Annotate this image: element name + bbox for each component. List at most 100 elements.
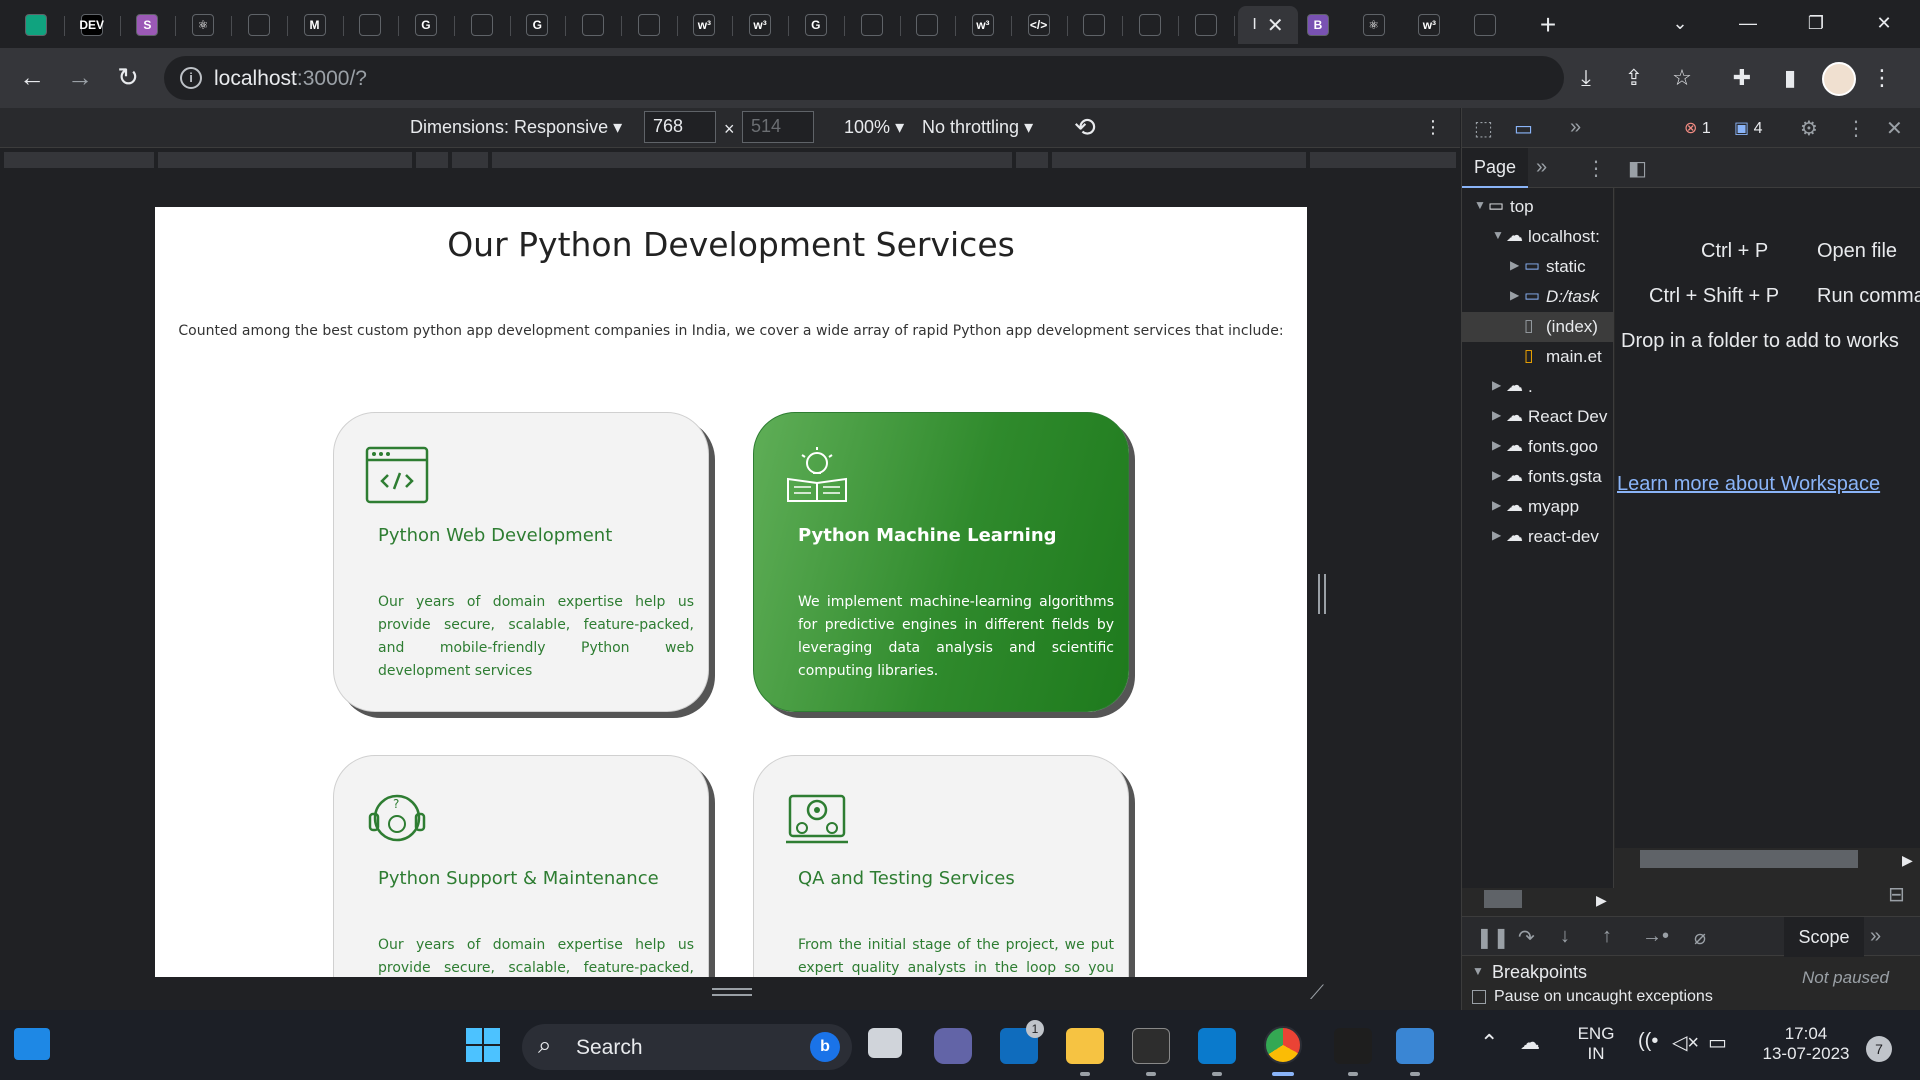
dimensions-select[interactable]: Dimensions: Responsive ▾ <box>410 117 622 138</box>
browser-tab[interactable]: w³ <box>682 6 726 44</box>
scroll-right-icon[interactable]: ▶ <box>1902 852 1913 869</box>
active-tab[interactable]: I ✕ <box>1238 6 1298 44</box>
throttling-select[interactable]: No throttling ▾ <box>922 117 1033 138</box>
browser-tab[interactable] <box>348 6 392 44</box>
chrome-menu-icon[interactable]: ⋮ <box>1866 62 1898 94</box>
browser-tab[interactable]: S <box>125 6 169 44</box>
url-text[interactable]: localhost:3000/? <box>214 67 367 91</box>
side-panel-icon[interactable]: ▮ <box>1774 62 1806 94</box>
tree-item[interactable]: ▶ ▭ static <box>1462 252 1613 282</box>
deactivate-breakpoints-icon[interactable]: ⌀ <box>1694 925 1706 950</box>
message-count-badge[interactable]: ▣ 4 <box>1734 118 1762 138</box>
browser-tab[interactable] <box>1463 6 1507 44</box>
viewport-resize-corner-icon[interactable]: ⟋ <box>1310 982 1324 1005</box>
tree-item[interactable]: ▶ ☁ fonts.gsta <box>1462 462 1613 492</box>
widgets-icon[interactable] <box>14 1028 50 1060</box>
onedrive-cloud-icon[interactable]: ☁ <box>1520 1030 1540 1055</box>
media-query-segment[interactable] <box>416 152 448 168</box>
browser-tab[interactable]: w³ <box>961 6 1005 44</box>
browser-tab[interactable]: w³ <box>738 6 782 44</box>
media-query-bar[interactable] <box>0 148 1460 172</box>
expanded-arrow-icon[interactable]: ▼ <box>1492 228 1504 242</box>
show-hidden-icons-chevron[interactable]: ⌃ <box>1480 1030 1498 1056</box>
wifi-icon[interactable]: ((• <box>1638 1030 1658 1053</box>
browser-tab[interactable]: G <box>515 6 559 44</box>
collapsed-arrow-icon[interactable]: ▶ <box>1492 408 1501 422</box>
collapsed-arrow-icon[interactable]: ▶ <box>1492 378 1501 392</box>
workspace-scrollbar-thumb[interactable] <box>1640 850 1858 868</box>
browser-tab[interactable] <box>1128 6 1172 44</box>
tree-item[interactable]: ▯ (index) <box>1462 312 1613 342</box>
figma-icon[interactable] <box>1334 1028 1372 1064</box>
tree-item[interactable]: ▶ ☁ myapp <box>1462 492 1613 522</box>
forward-button[interactable]: → <box>64 62 96 94</box>
browser-tab[interactable]: DEV <box>70 6 114 44</box>
browser-tab[interactable]: ⚛ <box>181 6 225 44</box>
browser-tab[interactable]: B <box>1296 6 1340 44</box>
close-tab-icon[interactable]: ✕ <box>1267 13 1284 38</box>
media-query-segment[interactable] <box>4 152 154 168</box>
pause-icon[interactable]: ❚❚ <box>1476 925 1510 950</box>
teams-chat-icon[interactable] <box>934 1028 972 1064</box>
tree-item[interactable]: ▶ ☁ fonts.goo <box>1462 432 1613 462</box>
profile-avatar[interactable] <box>1822 62 1856 96</box>
language-indicator[interactable]: ENG IN <box>1572 1024 1620 1064</box>
clock[interactable]: 17:04 13-07-2023 <box>1756 1024 1856 1064</box>
bookmark-star-icon[interactable]: ☆ <box>1666 62 1698 94</box>
media-query-segment[interactable] <box>1052 152 1306 168</box>
volume-muted-icon[interactable]: ◁× <box>1672 1030 1699 1055</box>
media-query-segment[interactable] <box>492 152 1012 168</box>
file-explorer-icon[interactable] <box>1066 1028 1104 1064</box>
device-toolbar-more-icon[interactable]: ⋮ <box>1424 117 1442 138</box>
new-tab-button[interactable]: + <box>1532 10 1564 42</box>
collapsed-arrow-icon[interactable]: ▶ <box>1492 498 1501 512</box>
browser-tab[interactable]: w³ <box>1407 6 1451 44</box>
browser-tab[interactable] <box>627 6 671 44</box>
tree-item[interactable]: ▶ ☁. <box>1462 372 1613 402</box>
photos-icon[interactable] <box>1396 1028 1434 1064</box>
devtools-menu-icon[interactable]: ⋮ <box>1846 116 1866 141</box>
step-over-icon[interactable]: ↷ <box>1518 925 1535 950</box>
settings-gear-icon[interactable]: ⚙ <box>1800 116 1818 141</box>
device-toggle-icon[interactable]: ▭ <box>1514 116 1533 141</box>
tree-item[interactable]: ▶ ☁ react-dev <box>1462 522 1613 552</box>
tree-item[interactable]: ▶ ▭ D:/task <box>1462 282 1613 312</box>
checkbox[interactable] <box>1472 989 1486 1004</box>
service-card-support-maintenance[interactable]: ? Python Support & Maintenance Our years… <box>333 755 709 977</box>
pause-on-uncaught-checkbox[interactable]: Pause on uncaught exceptions <box>1472 988 1772 1006</box>
viewport-resize-handle-bottom[interactable] <box>712 988 752 996</box>
collapsed-arrow-icon[interactable]: ▶ <box>1492 438 1501 452</box>
task-view-icon[interactable] <box>868 1028 902 1058</box>
battery-icon[interactable]: ▭ <box>1708 1030 1727 1055</box>
tree-item[interactable]: ▯ main.et <box>1462 342 1613 372</box>
show-debugger-icon[interactable]: ⊟ <box>1888 882 1905 907</box>
media-query-segment[interactable] <box>1016 152 1048 168</box>
learn-more-workspace-link[interactable]: Learn more about Workspace <box>1617 473 1880 496</box>
toggle-navigator-icon[interactable]: ◧ <box>1628 156 1647 181</box>
share-icon[interactable]: ⇪ <box>1618 62 1650 94</box>
rotate-icon[interactable]: ⟲ <box>1074 112 1096 143</box>
back-button[interactable]: ← <box>16 62 48 94</box>
browser-tab[interactable] <box>571 6 615 44</box>
browser-tab[interactable]: ⚛ <box>1352 6 1396 44</box>
browser-tab[interactable] <box>237 6 281 44</box>
notification-badge[interactable]: 7 <box>1866 1036 1892 1062</box>
browser-tab[interactable] <box>1072 6 1116 44</box>
address-bar[interactable]: i localhost:3000/? <box>164 56 1564 100</box>
tree-scroll-right-icon[interactable]: ▶ <box>1596 892 1607 909</box>
browser-tab[interactable] <box>1184 6 1228 44</box>
navigator-menu-icon[interactable]: ⋮ <box>1586 156 1606 181</box>
step-into-icon[interactable]: ↓ <box>1560 925 1570 948</box>
collapsed-arrow-icon[interactable]: ▶ <box>1510 288 1519 302</box>
service-card-qa-testing[interactable]: QA and Testing Services From the initial… <box>753 755 1129 977</box>
browser-tab[interactable]: G <box>794 6 838 44</box>
zoom-select[interactable]: 100% ▾ <box>844 117 904 138</box>
install-app-icon[interactable]: ⤓ <box>1570 62 1602 94</box>
media-query-segment[interactable] <box>1310 152 1456 168</box>
inspect-element-icon[interactable]: ⬚ <box>1474 116 1493 141</box>
service-card-web-development[interactable]: Python Web Development Our years of doma… <box>333 412 709 712</box>
breakpoints-section[interactable]: ▼ Breakpoints <box>1462 956 1762 990</box>
browser-tab[interactable]: G <box>404 6 448 44</box>
extensions-puzzle-icon[interactable]: ✚ <box>1726 62 1758 94</box>
more-navigator-tabs-icon[interactable]: » <box>1536 156 1547 179</box>
